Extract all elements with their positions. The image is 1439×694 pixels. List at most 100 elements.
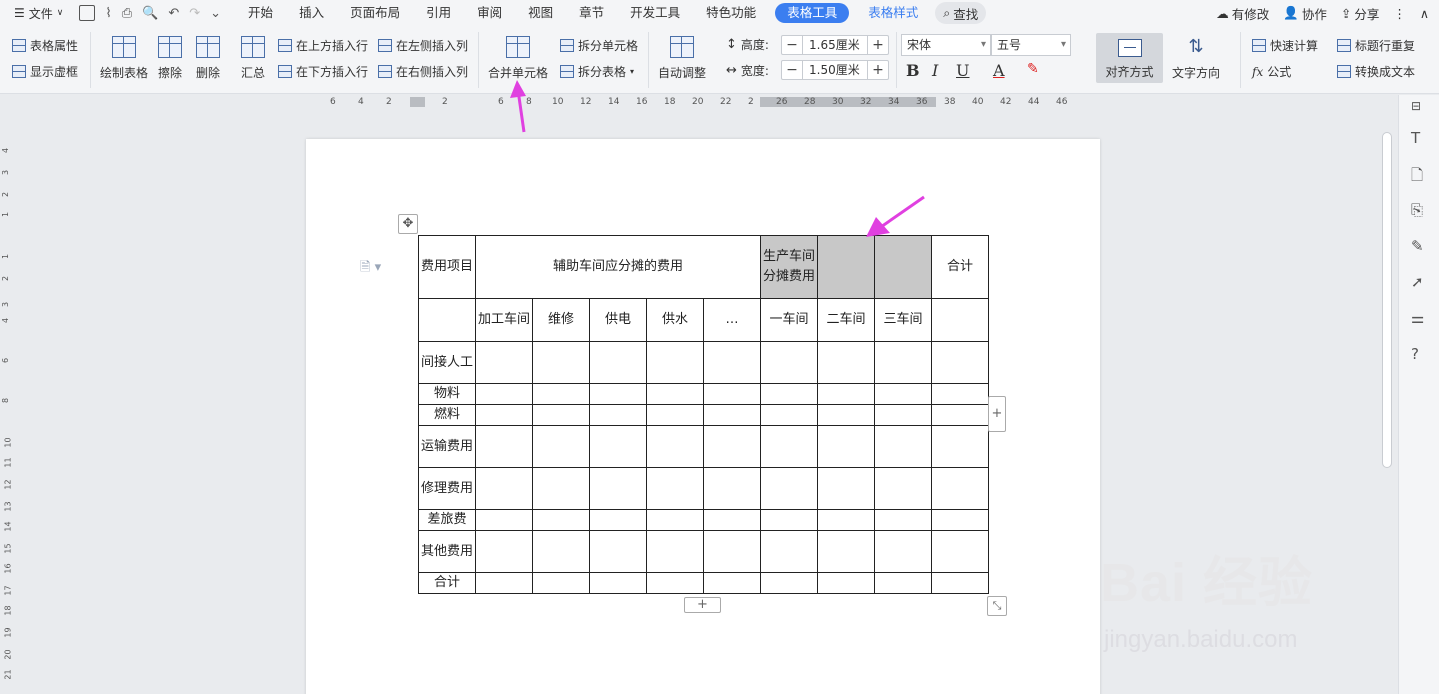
table-cell[interactable] — [475, 467, 533, 510]
table-cell[interactable] — [931, 530, 989, 573]
table-cell[interactable] — [817, 572, 875, 594]
table-cell[interactable] — [646, 530, 704, 573]
collapse-ribbon-icon[interactable]: ∧ — [1420, 6, 1429, 21]
add-column-button[interactable]: + — [988, 396, 1006, 432]
table-cell[interactable]: 三车间 — [874, 298, 932, 342]
print-preview-icon[interactable]: 🔍 — [142, 6, 158, 21]
col-width-stepper[interactable]: − 1.50厘米 + — [781, 60, 889, 80]
help-icon[interactable]: ? — [1411, 345, 1419, 363]
italic-button[interactable]: I — [932, 61, 938, 80]
tab-insert[interactable]: 插入 — [286, 0, 337, 26]
table-cell[interactable] — [418, 298, 476, 342]
table-cell[interactable] — [931, 509, 989, 531]
table-cell[interactable] — [646, 341, 704, 384]
minus-icon[interactable]: − — [782, 62, 802, 78]
table-cell[interactable] — [703, 530, 761, 573]
table-cell[interactable] — [931, 341, 989, 384]
search-button[interactable]: ⌕ 查找 — [935, 2, 987, 24]
table-cell[interactable] — [532, 530, 590, 573]
table-cell[interactable] — [475, 572, 533, 594]
align-button[interactable]: 对齐方式 — [1096, 33, 1163, 83]
minus-icon[interactable]: − — [782, 37, 802, 53]
table-cell[interactable] — [475, 530, 533, 573]
underline-button[interactable]: U — [956, 61, 969, 80]
table-cell[interactable] — [817, 383, 875, 405]
tab-developer[interactable]: 开发工具 — [617, 0, 693, 26]
tab-review[interactable]: 审阅 — [464, 0, 515, 26]
table-cell[interactable] — [589, 383, 647, 405]
table-cell[interactable] — [589, 425, 647, 468]
table-cell[interactable] — [760, 530, 818, 573]
summary-button[interactable]: 汇总 — [241, 36, 265, 81]
table-cell[interactable] — [646, 404, 704, 426]
table-cell[interactable] — [646, 467, 704, 510]
redo-icon[interactable]: ↷ — [189, 6, 200, 21]
record-icon[interactable]: ⎘ — [1411, 201, 1423, 219]
table-cell[interactable] — [703, 425, 761, 468]
insert-col-right-button[interactable]: 在右侧插入列 — [378, 63, 468, 80]
table-cell[interactable] — [532, 425, 590, 468]
tab-page-layout[interactable]: 页面布局 — [337, 0, 413, 26]
table-cell[interactable] — [874, 530, 932, 573]
table-cell[interactable]: 合计 — [418, 572, 476, 594]
erase-button[interactable]: 擦除 — [158, 36, 182, 81]
print-icon[interactable]: ⎙ — [122, 6, 132, 21]
table-cell[interactable]: 一车间 — [760, 298, 818, 342]
insert-row-above-button[interactable]: 在上方插入行 — [278, 37, 368, 54]
table-cell[interactable] — [475, 425, 533, 468]
table-cell[interactable] — [817, 467, 875, 510]
table-cell[interactable] — [589, 467, 647, 510]
table-cell[interactable] — [589, 341, 647, 384]
collab-button[interactable]: 👤 协作 — [1283, 4, 1327, 23]
share-button[interactable]: ⇪ 分享 — [1341, 4, 1380, 23]
formula-button[interactable]: fx 公式 — [1252, 63, 1291, 80]
table-cell[interactable] — [703, 341, 761, 384]
table-cell[interactable] — [475, 383, 533, 405]
table-cell[interactable]: 辅助车间应分摊的费用 — [475, 235, 761, 299]
expense-table[interactable]: 费用项目 辅助车间应分摊的费用 生产车间分摊费用 合计 加工车间 维修 供电 供… — [418, 235, 989, 594]
table-cell[interactable] — [931, 383, 989, 405]
tab-section[interactable]: 章节 — [566, 0, 617, 26]
table-cell[interactable]: 间接人工 — [418, 341, 476, 384]
table-cell[interactable] — [589, 530, 647, 573]
table-cell[interactable] — [532, 383, 590, 405]
merge-cells-button[interactable]: 合并单元格 — [488, 36, 548, 81]
pen-icon[interactable]: ✎ — [1411, 237, 1424, 255]
font-color-button[interactable]: A — [993, 61, 1005, 80]
convert-text-button[interactable]: 转换成文本 — [1337, 63, 1415, 80]
table-cell[interactable] — [874, 341, 932, 384]
delete-button[interactable]: 删除 — [196, 36, 220, 81]
table-cell[interactable] — [532, 467, 590, 510]
table-cell[interactable] — [646, 509, 704, 531]
table-cell[interactable] — [874, 404, 932, 426]
draw-table-button[interactable]: 绘制表格 — [100, 36, 148, 81]
table-cell[interactable] — [931, 404, 989, 426]
table-cell[interactable] — [874, 509, 932, 531]
sliders-icon[interactable]: ⚌ — [1411, 309, 1424, 327]
horizontal-ruler[interactable]: 6 4 2 2 6 8 10 12 14 16 18 20 22 2 26 28 30 32 34 36 38 40 42 4… — [0, 95, 1439, 110]
table-cell[interactable] — [475, 404, 533, 426]
row-height-stepper[interactable]: − 1.65厘米 + — [781, 35, 889, 55]
table-cell[interactable]: 供水 — [646, 298, 704, 342]
table-cell[interactable]: 加工车间 — [475, 298, 533, 342]
add-row-button[interactable]: + — [684, 597, 721, 613]
table-cell[interactable]: 运输费用 — [418, 425, 476, 468]
table-cell[interactable] — [931, 467, 989, 510]
table-cell[interactable] — [760, 572, 818, 594]
table-cell[interactable] — [532, 341, 590, 384]
table-cell[interactable]: 其他费用 — [418, 530, 476, 573]
panel-settings-icon[interactable]: ⊟ — [1411, 99, 1421, 113]
font-name-select[interactable]: 宋体 — [901, 34, 991, 56]
tab-table-style[interactable]: 表格样式 — [855, 0, 931, 26]
table-cell[interactable] — [874, 383, 932, 405]
table-cell[interactable] — [646, 572, 704, 594]
table-cell[interactable] — [874, 425, 932, 468]
cursor-icon[interactable]: ➚ — [1411, 273, 1424, 291]
show-gridlines-button[interactable]: 显示虚框 — [12, 63, 78, 80]
bold-button[interactable]: B — [906, 61, 920, 80]
table-cell[interactable] — [703, 467, 761, 510]
table-cell[interactable] — [760, 467, 818, 510]
table-cell[interactable] — [475, 341, 533, 384]
table-cell[interactable] — [760, 404, 818, 426]
table-cell[interactable] — [646, 425, 704, 468]
